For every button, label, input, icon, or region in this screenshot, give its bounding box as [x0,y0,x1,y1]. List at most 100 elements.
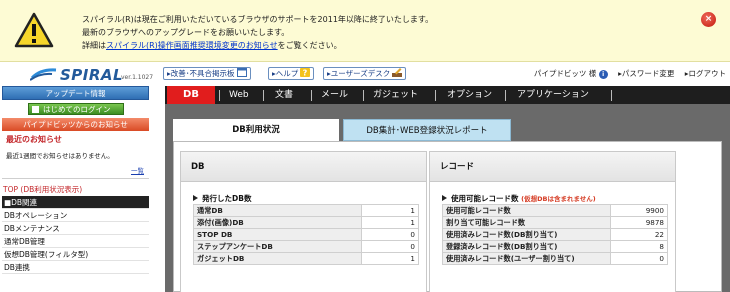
row-label: 使用可能レコード数 [442,204,611,217]
db-box: DB 発行したDB数 通常DB 1 添付(画像)DB 1 STOP DB 0 ステップ… [180,151,427,292]
nav-tab-applications[interactable]: アプリケーション [517,86,589,104]
first-login-button[interactable]: はじめてのログイン [28,103,124,115]
row-value: 9900 [610,204,668,217]
spiral-logo[interactable]: SPIRAL ver.1.1027 [30,66,160,84]
tab-db-report[interactable]: DB集計･WEB登録状況レポート [343,119,511,141]
table-row: 割り当て可能レコード数 9878 [442,216,668,229]
table-row: 使用可能レコード数 9900 [442,204,668,217]
sidebar-top-link[interactable]: TOP (DB利用状況表示) [3,184,82,195]
main-nav: DB Web 文書 メール ガジェット オプション アプリケーション [165,86,730,104]
row-label: 割り当て可能レコード数 [442,216,611,229]
desk-pencil-icon [392,68,403,77]
row-value: 1 [361,252,419,265]
warning-prefix: 詳細は [82,41,106,50]
warning-line-1: スパイラル(R)は現在ご利用いただいているブラウザのサポートを2011年以降に終… [82,15,434,24]
nav-tab-web[interactable]: Web [229,86,249,104]
table-row: 使用済みレコード数(DB割り当て) 22 [442,228,668,241]
row-value: 1 [361,216,419,229]
db-usage-panel: DB 発行したDB数 通常DB 1 添付(画像)DB 1 STOP DB 0 ステップ… [173,141,722,292]
sidebar-item-normal-db[interactable]: 通常DB管理 [2,235,149,248]
announcement-board-button[interactable]: ▸改善･不具合掲示板 [163,67,251,80]
tab-db-usage[interactable]: DB利用状況 [173,119,339,141]
sidebar-item-db-operation[interactable]: DBオペレーション [2,209,149,222]
nav-tab-gadget[interactable]: ガジェット [373,86,418,104]
row-value: 8 [610,240,668,253]
notice-list-link[interactable]: 一覧 [131,165,144,175]
environment-notice-link[interactable]: スパイラル(R)操作画面推奨環境変更のお知らせ [106,41,278,50]
notice-header: パイプドビッツからのお知らせ [2,118,149,131]
row-label: 使用済みレコード数(DB割り当て) [442,228,611,241]
available-records-label: 使用可能レコード数 [451,194,519,203]
warning-text: スパイラル(R)は現在ご利用いただいているブラウザのサポートを2011年以降に終… [82,13,433,52]
nav-tab-options[interactable]: オプション [447,86,492,104]
nav-tab-documents[interactable]: 文書 [275,86,293,104]
sidebar-menu: ■DB関連 DBオペレーション DBメンテナンス 通常DB管理 仮想DB管理(フ… [2,196,149,274]
info-icon[interactable]: i [598,70,608,79]
issued-db-count-label: 発行したDB数 [202,194,252,203]
nav-divider [611,90,612,101]
help-label: ▸ヘルプ [272,69,299,78]
record-box: レコード 使用可能レコード数 (仮想DBは含まれません) 使用可能レコード数 99… [429,151,676,292]
db-box-title: DB [181,152,426,182]
virtual-db-note: (仮想DBは含まれません) [521,195,596,203]
sidebar: アップデート情報 はじめてのログイン パイプドビッツからのお知らせ 最近のお知ら… [0,86,152,292]
content-tabs: DB利用状況 DB集計･WEB登録状況レポート [173,119,723,141]
nav-divider [263,90,264,101]
db-count-table: 通常DB 1 添付(画像)DB 1 STOP DB 0 ステップアンケートDB 0 ガジ… [193,204,419,265]
svg-text:?: ? [303,69,308,78]
table-row: ガジェットDB 1 [193,252,419,265]
row-label: 登録済みレコード数(DB割り当て) [442,240,611,253]
help-button[interactable]: ▸ヘルプ? [268,67,315,80]
available-records-title: 使用可能レコード数 (仮想DBは含まれません) [442,193,596,204]
nav-divider [435,90,436,101]
first-login-label: はじめてのログイン [43,105,111,114]
warning-icon [14,12,54,48]
update-info-button[interactable]: アップデート情報 [2,86,149,100]
nav-tab-mail[interactable]: メール [321,86,348,104]
version-label: ver.1.1027 [121,74,154,81]
recent-notices-title: 最近のお知らせ [6,135,62,144]
sidebar-item-db-link[interactable]: DB連携 [2,261,149,274]
row-value: 0 [610,252,668,265]
row-value: 0 [361,240,419,253]
sidebar-item-db-maintenance[interactable]: DBメンテナンス [2,222,149,235]
row-label: 使用済みレコード数(ユーザー割り当て) [442,252,611,265]
record-count-table: 使用可能レコード数 9900 割り当て可能レコード数 9878 使用済みレコード数(… [442,204,668,265]
table-row: STOP DB 0 [193,228,419,241]
nav-divider [311,90,312,101]
user-links: パイプドビッツ 様 i ▸パスワード変更 ▸ログアウト [534,68,726,79]
logout-link[interactable]: ▸ログアウト [685,69,726,78]
table-row: 添付(画像)DB 1 [193,216,419,229]
close-icon[interactable]: × [701,12,716,27]
question-icon: ? [300,68,311,78]
sidebar-divider [2,178,149,179]
row-value: 1 [361,204,419,217]
row-value: 0 [361,228,419,241]
users-desk-label: ▸ユーザーズデスク [327,69,391,78]
password-change-link[interactable]: ▸パスワード変更 [618,69,674,78]
row-label: STOP DB [193,228,362,241]
row-label: 通常DB [193,204,362,217]
recent-notices-body: 最近1週間でお知らせはありません。 [6,152,114,160]
triangle-bullet-icon [193,195,198,201]
sidebar-item-virtual-db[interactable]: 仮想DB管理(フィルタ型) [2,248,149,261]
record-box-title: レコード [430,152,675,182]
nav-tab-db[interactable]: DB [167,86,215,104]
row-value: 9878 [610,216,668,229]
logo-swoosh-icon [30,68,57,81]
row-value: 22 [610,228,668,241]
window-icon [236,68,247,77]
row-label: ガジェットDB [193,252,362,265]
users-desk-button[interactable]: ▸ユーザーズデスク [323,67,407,80]
table-row: 使用済みレコード数(ユーザー割り当て) 0 [442,252,668,265]
nav-divider [219,90,220,101]
sidebar-item-db-related[interactable]: ■DB関連 [2,196,149,209]
user-name: パイプドビッツ 様 [533,69,597,78]
issued-db-count-title: 発行したDB数 [193,193,251,204]
warning-line-3: 詳細はスパイラル(R)操作画面推奨環境変更のお知らせをご覧ください。 [82,39,433,52]
row-label: ステップアンケートDB [193,240,362,253]
triangle-bullet-icon [442,195,447,201]
table-row: ステップアンケートDB 0 [193,240,419,253]
logo-text: SPIRAL [60,66,124,84]
table-row: 登録済みレコード数(DB割り当て) 8 [442,240,668,253]
